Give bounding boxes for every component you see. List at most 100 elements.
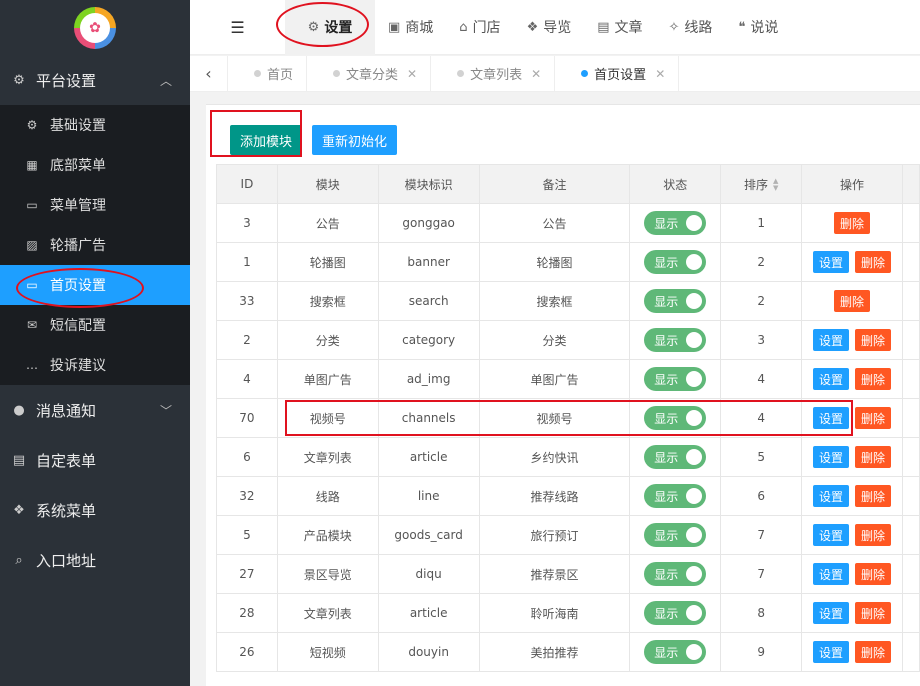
set-button[interactable]: 设置 [813, 368, 850, 390]
cell-id: 27 [216, 554, 278, 594]
cell-note: 美拍推荐 [478, 632, 631, 672]
status-toggle-label: 显示 [654, 528, 679, 543]
top-nav-label: 设置 [324, 20, 353, 36]
cell-status: 显示 [629, 437, 722, 477]
set-button[interactable]: 设置 [813, 485, 850, 507]
status-toggle[interactable]: 显示 [644, 640, 707, 664]
status-toggle[interactable]: 显示 [644, 250, 707, 274]
tab-article-category[interactable]: 文章分类 ✕ [307, 55, 432, 92]
delete-button[interactable]: 删除 [855, 329, 892, 351]
delete-button[interactable]: 删除 [855, 563, 892, 585]
sidebar-submenu: ⚙ 基础设置 ▦ 底部菜单 ▭ 菜单管理 ▨ 轮播广告 ▭ 首页设置 ✉ 短信配… [0, 105, 190, 385]
set-button[interactable]: 设置 [813, 602, 850, 624]
delete-button[interactable]: 删除 [855, 368, 892, 390]
column-header-label: 排序 [743, 177, 768, 192]
sidebar-group-custom-forms[interactable]: ▤ 自定表单 [0, 435, 190, 485]
set-button[interactable]: 设置 [813, 524, 850, 546]
cell-id: 3 [216, 203, 278, 243]
cell-sort: 6 [720, 476, 803, 516]
logo[interactable]: ✿ [74, 6, 116, 49]
delete-button[interactable]: 删除 [855, 602, 892, 624]
tab-article-list[interactable]: 文章列表 ✕ [431, 55, 556, 92]
status-toggle[interactable]: 显示 [644, 601, 707, 625]
top-nav-routes[interactable]: ✧ 线路 [656, 0, 726, 55]
gears-icon: ⚙ [307, 19, 320, 35]
sidebar-group-label: 消息通知 [36, 401, 97, 420]
status-toggle[interactable]: 显示 [644, 445, 707, 469]
tab-home-settings[interactable]: 首页设置 ✕ [555, 55, 680, 92]
set-button[interactable]: 设置 [813, 563, 850, 585]
add-module-button[interactable]: 添加模块 [230, 125, 303, 155]
comment-dots-icon: … [26, 358, 38, 372]
status-toggle[interactable]: 显示 [644, 211, 707, 235]
close-icon[interactable]: ✕ [531, 67, 541, 81]
cell-filler [901, 593, 920, 633]
top-nav: ☰ ⚙ 设置 ▣ 商城 ⌂ 门店 ❖ 导览 ▤ 文章 ✧ 线路 ❝ 说说 [190, 0, 920, 55]
sidebar-item-bottom-menu[interactable]: ▦ 底部菜单 [0, 145, 190, 185]
sidebar-item-complaints[interactable]: … 投诉建议 [0, 345, 190, 385]
sidebar-group-label: 平台设置 [36, 71, 97, 90]
sidebar-group-entry-address[interactable]: ⌕ 入口地址 [0, 535, 190, 585]
chat-icon: ❝ [738, 19, 746, 35]
top-nav-stores[interactable]: ⌂ 门店 [446, 0, 513, 55]
top-nav-posts[interactable]: ❝ 说说 [725, 0, 791, 55]
cell-actions: 设置 删除 [801, 242, 903, 282]
sidebar-item-menu-management[interactable]: ▭ 菜单管理 [0, 185, 190, 225]
status-toggle[interactable]: 显示 [644, 328, 707, 352]
sidebar-group-system-menu[interactable]: ❖ 系统菜单 [0, 485, 190, 535]
sidebar-item-sms-config[interactable]: ✉ 短信配置 [0, 305, 190, 345]
status-toggle[interactable]: 显示 [644, 562, 707, 586]
delete-button[interactable]: 删除 [855, 407, 892, 429]
top-nav-articles[interactable]: ▤ 文章 [584, 0, 655, 55]
tab-home[interactable]: 首页 [228, 55, 308, 92]
tab-label: 文章分类 [346, 68, 399, 83]
delete-button[interactable]: 删除 [855, 446, 892, 468]
top-nav-guide[interactable]: ❖ 导览 [514, 0, 585, 55]
top-nav-shop[interactable]: ▣ 商城 [375, 0, 446, 55]
sidebar-group-notifications[interactable]: ● 消息通知 ﹀ [0, 385, 190, 435]
set-button[interactable]: 设置 [813, 407, 850, 429]
column-header-note: 备注 [478, 164, 631, 204]
sidebar-item-carousel-ads[interactable]: ▨ 轮播广告 [0, 225, 190, 265]
cell-note: 推荐线路 [478, 476, 631, 516]
page-tabs: ‹ 首页 文章分类 ✕ 文章列表 ✕ 首页设置 ✕ [190, 55, 920, 92]
sidebar-item-home-settings[interactable]: ▭ 首页设置 [0, 265, 190, 305]
status-toggle[interactable]: 显示 [644, 406, 707, 430]
sidebar-item-label: 菜单管理 [50, 198, 106, 214]
delete-button[interactable]: 删除 [834, 212, 871, 234]
status-toggle[interactable]: 显示 [644, 523, 707, 547]
set-button[interactable]: 设置 [813, 329, 850, 351]
set-button[interactable]: 设置 [813, 446, 850, 468]
delete-button[interactable]: 删除 [855, 524, 892, 546]
sidebar-item-basic-settings[interactable]: ⚙ 基础设置 [0, 105, 190, 145]
sidebar-item-label: 首页设置 [50, 278, 106, 294]
reinitialize-button[interactable]: 重新初始化 [312, 125, 398, 155]
delete-button[interactable]: 删除 [855, 641, 892, 663]
sidebar-group-platform-settings[interactable]: ⚙ 平台设置 ︿ [0, 55, 190, 105]
top-nav-settings[interactable]: ⚙ 设置 [285, 0, 375, 55]
chevron-up-icon: ︿ [159, 74, 172, 88]
tabs-scroll-left-button[interactable]: ‹ [190, 55, 228, 92]
table-row: 6 文章列表 article 乡约快讯 显示 5 设置 删除 [216, 437, 920, 477]
close-icon[interactable]: ✕ [655, 67, 665, 81]
close-icon[interactable]: ✕ [407, 67, 417, 81]
cell-note: 视频号 [478, 398, 631, 438]
status-toggle[interactable]: 显示 [644, 289, 707, 313]
delete-button[interactable]: 删除 [834, 290, 871, 312]
sort-icon[interactable]: ▲ ▼ [773, 178, 778, 192]
cell-key: gonggao [377, 203, 480, 243]
set-button[interactable]: 设置 [813, 251, 850, 273]
cell-key: diqu [377, 554, 480, 594]
toggle-knob-icon [686, 410, 703, 426]
column-header-sort[interactable]: 排序 ▲ ▼ [720, 164, 803, 204]
table-row: 27 景区导览 diqu 推荐景区 显示 7 设置 删除 [216, 554, 920, 594]
status-toggle[interactable]: 显示 [644, 484, 707, 508]
set-button[interactable]: 设置 [813, 641, 850, 663]
status-toggle[interactable]: 显示 [644, 367, 707, 391]
column-header-id: ID [216, 164, 278, 204]
delete-button[interactable]: 删除 [855, 485, 892, 507]
delete-button[interactable]: 删除 [855, 251, 892, 273]
cell-status: 显示 [629, 320, 722, 360]
table-row: 3 公告 gonggao 公告 显示 1 删除 [216, 203, 920, 243]
menu-toggle-button[interactable]: ☰ [190, 0, 285, 55]
